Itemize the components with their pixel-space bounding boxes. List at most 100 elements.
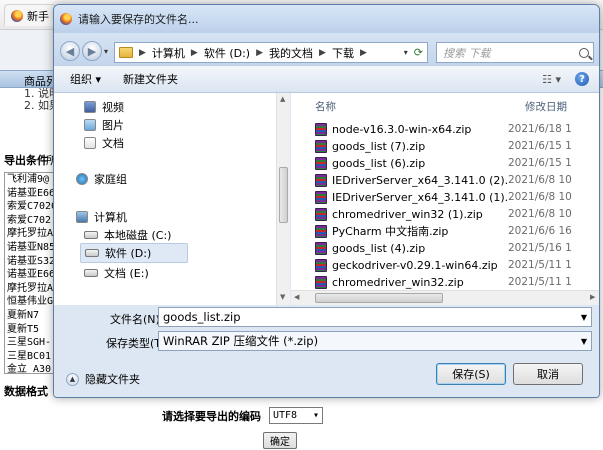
file-name: goods_list (4).zip [332,241,426,255]
file-date: 2021/6/8 10 [508,191,572,203]
breadcrumb-item[interactable]: 我的文档 [269,45,313,61]
address-actions: ▾ ⟳ [404,46,427,59]
scroll-thumb[interactable] [279,167,288,223]
nav-scrollbar[interactable]: ▲ ▼ [276,93,290,305]
list-item[interactable]: 诺基亚N85 [5,241,53,255]
back-arrow-icon: ◀ [65,44,75,58]
breadcrumb-separator-icon[interactable]: ▶ [191,48,198,58]
filename-field[interactable]: goods_list.zip ▼ [158,307,592,327]
chevron-down-icon[interactable]: ▼ [581,313,587,322]
list-item[interactable]: 诺基亚E66 [5,187,53,201]
list-item[interactable]: 诺基亚S32 [5,255,53,269]
file-row[interactable]: goods_list (6).zip 2021/6/15 1 [315,155,599,171]
encoding-row: 请选择要导出的编码 UTF8 ▾ [162,407,323,424]
file-date: 2021/6/15 1 [508,140,572,152]
list-item[interactable]: 金立 A30 [5,363,53,373]
zip-file-icon [315,139,327,153]
dialog-title-bar[interactable]: 请输入要保存的文件名... [54,5,599,33]
file-row[interactable]: IEDriverServer_x64_3.141.0 (1).zip 2021/… [315,189,599,205]
encoding-select[interactable]: UTF8 ▾ [269,407,323,424]
file-row[interactable]: chromedriver_win32.zip 2021/5/11 1 [315,274,599,290]
file-row[interactable]: geckodriver-v0.29.1-win64.zip 2021/5/11 … [315,257,599,273]
new-folder-button[interactable]: 新建文件夹 [123,71,178,87]
list-item[interactable]: 三星BC01 [5,350,53,364]
history-dropdown-icon[interactable]: ▾ [104,47,108,56]
scroll-down-icon[interactable]: ▼ [280,293,285,301]
column-header-modified[interactable]: 修改日期 [525,99,567,114]
filetype-select[interactable]: WinRAR ZIP 压缩文件 (*.zip) ▼ [158,331,592,351]
help-icon[interactable]: ? [575,72,589,86]
list-item[interactable]: 摩托罗拉A [5,282,53,296]
nav-item-drive-e[interactable]: 文档 (E:) [84,265,149,281]
list-item[interactable]: 恒基伟业G [5,295,53,309]
list-item[interactable]: 三星SGH- [5,336,53,350]
zip-file-icon [315,224,327,238]
breadcrumb-separator-icon[interactable]: ▶ [360,48,367,58]
list-item[interactable]: 夏新N7 [5,309,53,323]
breadcrumb-separator-icon[interactable]: ▶ [139,48,146,58]
nav-item-videos[interactable]: 视频 [84,99,124,115]
list-item[interactable]: 夏新T5 [5,323,53,337]
zip-file-icon [315,190,327,204]
breadcrumb-separator-icon[interactable]: ▶ [319,48,326,58]
scroll-left-icon[interactable]: ◀ [294,293,299,301]
forward-button[interactable]: ▶ [82,41,102,61]
horizontal-scrollbar[interactable]: ◀ ▶ [291,290,599,305]
forward-arrow-icon: ▶ [87,44,97,58]
list-item[interactable]: 飞利浦9@ [5,173,53,187]
file-row[interactable]: goods_list (7).zip 2021/6/15 1 [315,138,599,154]
breadcrumb-item[interactable]: 软件 (D:) [204,45,250,61]
back-button[interactable]: ◀ [60,41,80,61]
navigation-pane: 视频 图片 文档 家庭组 计算机 本地磁盘 (C:) 软件 (D:) 文档 (E… [54,93,290,305]
scroll-thumb[interactable] [315,293,443,303]
nav-item-pictures[interactable]: 图片 [84,117,124,133]
breadcrumb-item[interactable]: 下载 [332,45,354,61]
file-name: geckodriver-v0.29.1-win64.zip [332,258,498,272]
file-name: node-v16.3.0-win-x64.zip [332,122,472,136]
nav-item-drive-c[interactable]: 本地磁盘 (C:) [84,227,171,243]
nav-item-computer[interactable]: 计算机 [76,209,127,225]
file-row[interactable]: PyCharm 中文指南.zip 2021/6/6 16 [315,223,599,239]
file-name: goods_list (7).zip [332,139,426,153]
nav-item-label: 本地磁盘 (C:) [104,229,172,242]
browser-tab[interactable]: 新手 [4,4,56,26]
address-bar-row: ◀ ▶ ▾ ▶ 计算机 ▶ 软件 (D:) ▶ 我的文档 ▶ 下载 ▶ ▾ ⟳ … [54,33,599,65]
breadcrumb-separator-icon[interactable]: ▶ [256,48,263,58]
list-item[interactable]: 诺基亚E66 [5,268,53,282]
nav-item-label: 计算机 [94,211,127,224]
hide-folders-label: 隐藏文件夹 [85,373,140,386]
save-button[interactable]: 保存(S) [436,363,506,385]
zip-file-icon [315,241,327,255]
column-header-name[interactable]: 名称 [315,99,336,114]
goods-list[interactable]: 飞利浦9@ 诺基亚E66 索爱C702G 索爱C702 摩托罗拉A 诺基亚N85… [4,172,54,374]
search-input[interactable]: 搜索 下载 [436,42,594,63]
refresh-icon[interactable]: ⟳ [414,46,423,59]
file-row[interactable]: IEDriverServer_x64_3.141.0 (2).zip 2021/… [315,172,599,188]
zip-file-icon [315,156,327,170]
chevron-down-icon: ▾ [312,410,319,421]
file-row[interactable]: goods_list (4).zip 2021/5/16 1 [315,240,599,256]
scroll-right-icon[interactable]: ▶ [590,293,595,301]
chevron-down-icon[interactable]: ▼ [581,337,587,346]
file-row[interactable]: chromedriver_win32 (1).zip 2021/6/8 10 [315,206,599,222]
list-item[interactable]: 摩托罗拉A [5,227,53,241]
zip-file-icon [315,173,327,187]
filename-value: goods_list.zip [163,310,241,324]
list-item[interactable]: 索爱C702G [5,200,53,214]
cancel-button[interactable]: 取消 [513,363,583,385]
address-box[interactable]: ▶ 计算机 ▶ 软件 (D:) ▶ 我的文档 ▶ 下载 ▶ ▾ ⟳ [114,42,428,63]
list-item[interactable]: 索爱C702 [5,214,53,228]
organize-button[interactable]: 组织 ▾ [70,71,101,87]
zip-file-icon [315,207,327,221]
scroll-up-icon[interactable]: ▲ [280,95,285,103]
breadcrumb-item[interactable]: 计算机 [152,45,185,61]
file-row[interactable]: node-v16.3.0-win-x64.zip 2021/6/18 1 [315,121,599,137]
nav-item-homegroup[interactable]: 家庭组 [76,171,127,187]
nav-item-documents[interactable]: 文档 [84,135,124,151]
chevron-down-icon[interactable]: ▾ [404,48,408,57]
confirm-button[interactable]: 确定 [263,432,297,449]
hide-folders-toggle[interactable]: ▲ 隐藏文件夹 [66,371,140,387]
drive-icon [84,269,98,277]
view-options-icon[interactable]: ☷ ▾ [542,73,561,86]
nav-item-drive-d[interactable]: 软件 (D:) [80,243,189,263]
